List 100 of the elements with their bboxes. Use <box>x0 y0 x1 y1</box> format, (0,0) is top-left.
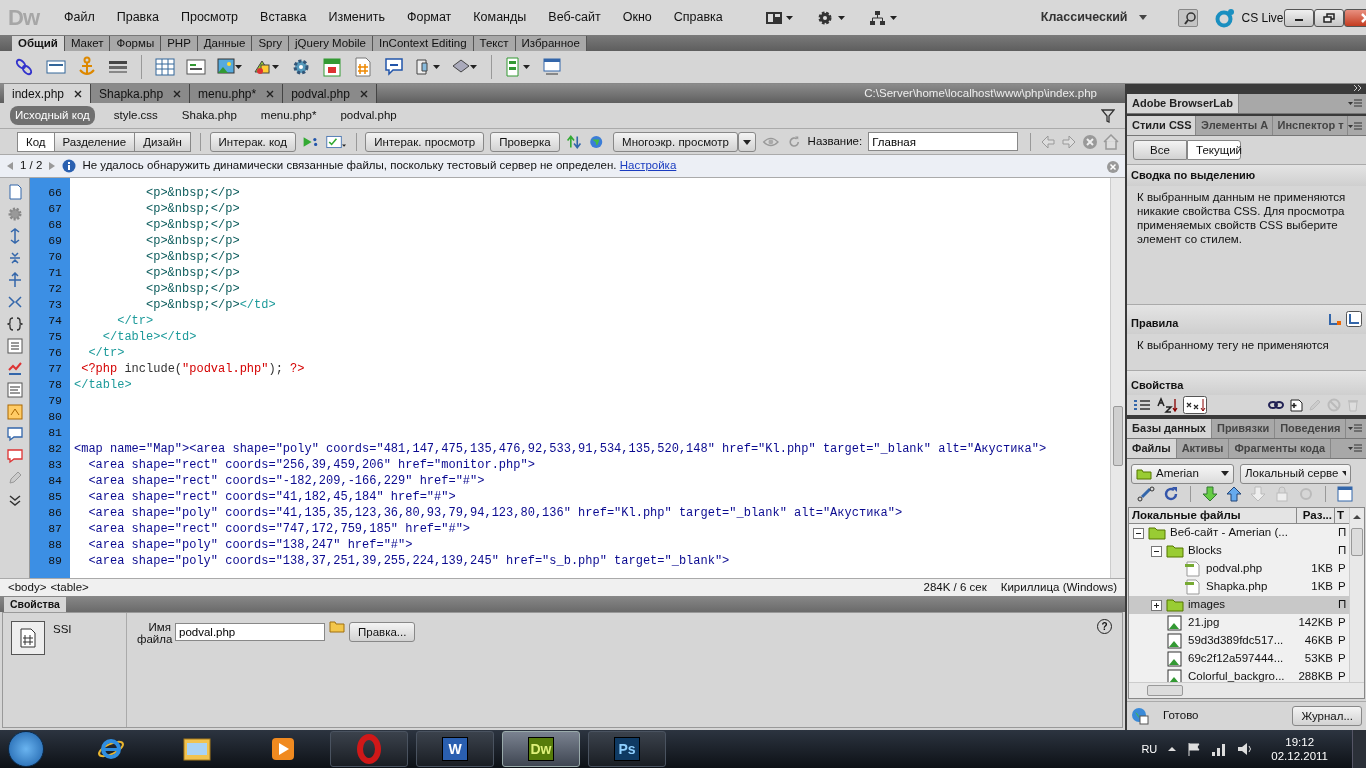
file-row[interactable]: 21.jpg 142KB Р <box>1129 614 1349 632</box>
refresh-icon[interactable] <box>1163 486 1179 503</box>
braces-icon[interactable] <box>6 316 23 332</box>
menu-item[interactable]: Файл <box>53 8 106 27</box>
comment-icon[interactable] <box>6 426 23 442</box>
panel-tab[interactable]: Активы <box>1176 438 1230 458</box>
scrollbar-thumb[interactable] <box>1113 406 1123 466</box>
related-file[interactable]: menu.php* <box>255 105 322 126</box>
log-button[interactable]: Журнал... <box>1292 706 1362 726</box>
category-view-icon[interactable] <box>1133 398 1151 412</box>
file-field[interactable]: podval.php <box>175 623 325 641</box>
toolbar-button[interactable]: Проверка <box>490 131 560 152</box>
panel-tab[interactable]: Стили CSS <box>1127 116 1197 136</box>
site-select[interactable]: Amerian <box>1131 463 1234 484</box>
page-icon[interactable] <box>504 56 532 78</box>
server-select[interactable]: Локальный серве <box>1240 463 1351 484</box>
file-name[interactable]: Colorful_backgro... <box>1188 668 1285 682</box>
tray-arrow-icon[interactable] <box>1167 744 1178 754</box>
scrollbar-thumb[interactable] <box>1351 528 1363 556</box>
insert-tab[interactable]: InContext Editing <box>373 36 474 51</box>
chain-link-icon[interactable] <box>1268 399 1284 411</box>
related-file[interactable]: Shaka.php <box>176 105 242 126</box>
file-row[interactable]: Blocks П <box>1129 542 1349 560</box>
edit-button[interactable]: Правка... <box>349 622 416 642</box>
panel-tab[interactable]: Привязки <box>1212 418 1276 438</box>
layout-icon[interactable] <box>185 56 207 78</box>
file-name[interactable]: podval.php <box>1206 560 1263 578</box>
panel-tab[interactable]: Фрагменты кода <box>1229 438 1331 458</box>
close-icon[interactable] <box>173 89 182 98</box>
view-button[interactable]: Разделение <box>53 131 136 152</box>
document-tab[interactable]: menu.php* <box>190 84 284 103</box>
file-row[interactable]: 69c2f12a597444... 53KB Р <box>1129 650 1349 668</box>
related-file[interactable]: style.css <box>108 105 163 126</box>
file-name[interactable]: 59d3d389fdc517... <box>1188 632 1284 650</box>
collapse-panel-icon[interactable] <box>1353 84 1363 92</box>
flag-icon[interactable] <box>1187 742 1202 756</box>
collapse-toggle-icon[interactable] <box>1151 545 1162 557</box>
panel-tab[interactable]: Элементы A <box>1196 116 1273 136</box>
search-field[interactable] <box>1177 8 1198 27</box>
file-row[interactable]: podval.php 1KB Р <box>1129 560 1349 578</box>
close-icon[interactable] <box>74 89 83 98</box>
insert-tab[interactable]: Формы <box>110 36 162 51</box>
menu-item[interactable]: Изменить <box>317 8 396 27</box>
file-row[interactable]: 59d3d389fdc517... 46KB Р <box>1129 632 1349 650</box>
file-row[interactable]: Веб-сайт - Amerian (... П <box>1129 524 1349 542</box>
new-document-icon[interactable] <box>6 184 23 200</box>
dropdown-button[interactable] <box>737 131 756 152</box>
file-name[interactable]: images <box>1188 596 1226 614</box>
tag-selector[interactable]: <table> <box>50 578 89 597</box>
menu-item[interactable]: Просмотр <box>169 8 250 27</box>
menu-item[interactable]: Вставка <box>249 8 318 27</box>
related-file[interactable]: podval.php <box>335 105 402 126</box>
insert-tab[interactable]: jQuery Mobile <box>289 36 373 51</box>
minimize-button[interactable] <box>1283 8 1314 27</box>
insert-tab[interactable]: Избранное <box>515 36 587 51</box>
file-row[interactable]: Shapka.php 1KB Р <box>1129 578 1349 596</box>
panel-menu-icon[interactable] <box>1348 99 1362 110</box>
new-rule-icon[interactable] <box>1289 398 1303 412</box>
signal-icon[interactable] <box>1211 742 1228 756</box>
down-arrow-icon[interactable] <box>1202 486 1218 503</box>
insert-tab[interactable]: Данные <box>197 36 253 51</box>
taskbar-app[interactable]: Ps <box>588 731 666 767</box>
menu-item[interactable]: Справка <box>662 8 734 27</box>
properties-tab[interactable]: Свойства <box>4 597 66 612</box>
collapse-toggle-icon[interactable] <box>1133 527 1144 539</box>
file-row[interactable]: images П <box>1129 596 1349 614</box>
taskbar-app[interactable]: Dw <box>502 731 580 767</box>
file-name[interactable]: 69c2f12a597444... <box>1188 650 1284 668</box>
page-title-field[interactable]: Главная <box>868 132 1019 151</box>
settings-link[interactable]: Настройка <box>619 159 677 172</box>
close-icon[interactable] <box>359 89 368 98</box>
toolbar-button[interactable]: Интерак. код <box>209 131 296 152</box>
menu-item[interactable]: Правка <box>105 8 170 27</box>
speech-bubble-icon[interactable] <box>383 56 405 78</box>
file-name[interactable]: Веб-сайт - Amerian (... <box>1170 524 1288 542</box>
panel-menu-icon[interactable] <box>1348 444 1362 455</box>
panel-tab[interactable]: Инспектор т <box>1272 116 1348 136</box>
menu-item[interactable]: Окно <box>611 8 663 27</box>
sort-az-icon[interactable] <box>1156 397 1178 413</box>
toolbar-button[interactable]: Интерак. просмотр <box>365 131 485 152</box>
restore-button[interactable] <box>1313 8 1344 27</box>
panel-tab[interactable]: Базы данных <box>1127 418 1212 438</box>
insert-tab[interactable]: Текст <box>473 36 516 51</box>
insert-tab[interactable]: PHP <box>161 36 198 51</box>
related-file[interactable]: Исходный код <box>10 105 95 126</box>
file-row[interactable]: Colorful_backgro... 288KB Р <box>1129 668 1349 682</box>
document-tab[interactable]: Shapka.php <box>91 84 191 103</box>
insert-tab[interactable]: Макет <box>64 36 111 51</box>
layout-menu-icon[interactable] <box>764 9 795 26</box>
filter-icon[interactable] <box>1101 109 1115 124</box>
site-map-menu-icon[interactable] <box>868 9 899 26</box>
workspace-switcher[interactable]: Классический <box>1040 8 1148 27</box>
menu-item[interactable]: Формат <box>395 8 463 27</box>
file-name[interactable]: Shapka.php <box>1206 578 1268 596</box>
insert-tab[interactable]: Общий <box>12 36 65 51</box>
mode-button[interactable]: Все <box>1133 140 1187 161</box>
menu-item[interactable]: Веб-сайт <box>537 8 612 27</box>
toolbar-button[interactable]: Многоэкр. просмотр <box>613 131 738 152</box>
view-button[interactable]: Дизайн <box>134 131 191 152</box>
window-icon[interactable] <box>541 56 563 78</box>
